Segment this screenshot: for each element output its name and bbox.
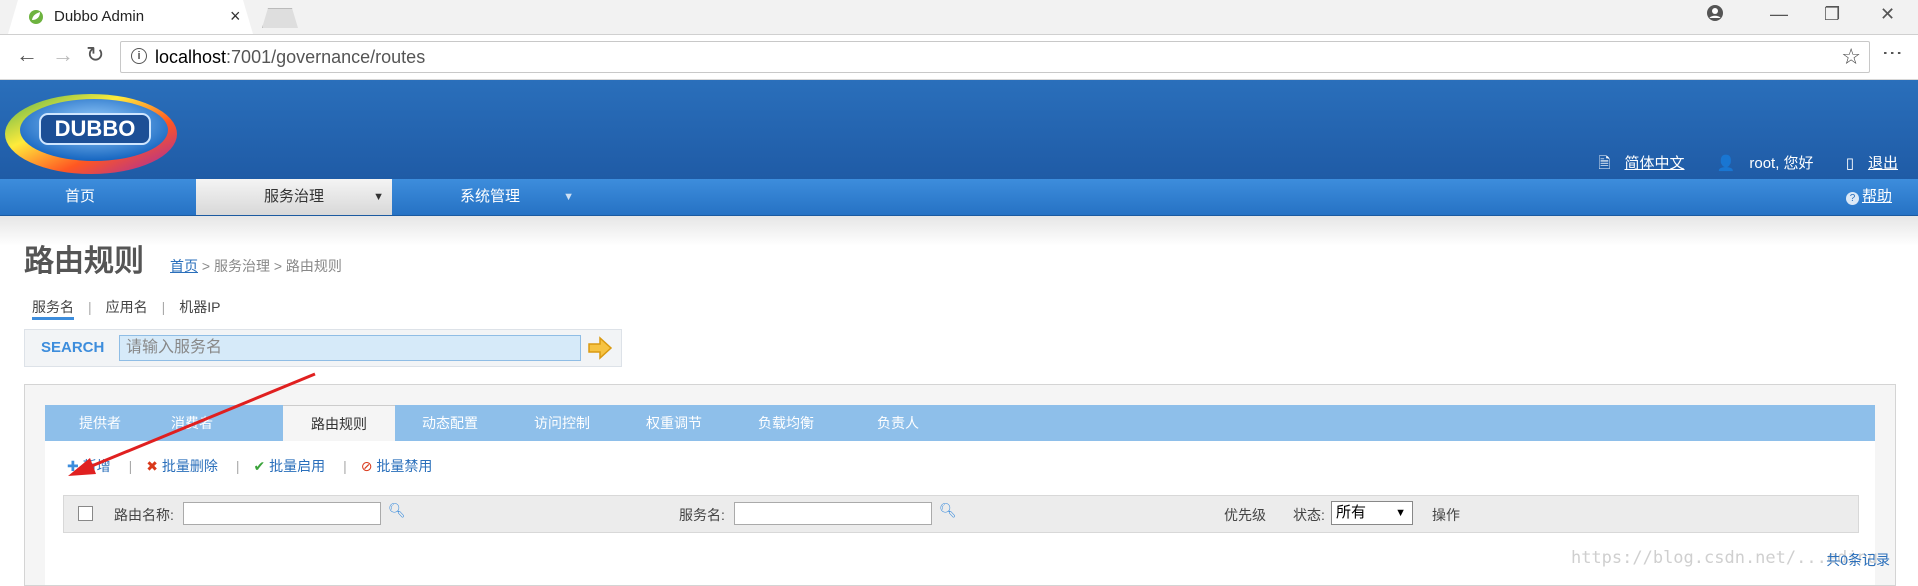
nav-service-governance-label: 服务治理 — [263, 188, 324, 205]
breadcrumb-path: > 服务治理 > 路由规则 — [198, 258, 342, 274]
nav-service-governance[interactable]: 服务治理 ▼ — [196, 179, 392, 215]
subtab-consumers[interactable]: 消费者 — [137, 405, 247, 441]
close-window-icon[interactable]: ✕ — [1880, 4, 1895, 25]
header-shadow — [0, 216, 1918, 246]
back-icon[interactable]: ← — [16, 44, 38, 66]
account-icon[interactable] — [1706, 4, 1724, 27]
page-title: 路由规则 — [24, 245, 144, 278]
url-text: localhost:7001/governance/routes — [155, 47, 426, 67]
browser-menu-icon[interactable]: ⋮ — [1880, 43, 1904, 59]
help-icon: ? — [1845, 192, 1859, 205]
reload-icon[interactable]: ↻ — [86, 44, 104, 66]
user-icon: 👤 — [1716, 155, 1736, 172]
subtab-owners[interactable]: 负责人 — [843, 405, 953, 441]
add-button[interactable]: ✚ 新增 — [67, 458, 111, 474]
maximize-icon[interactable]: ❐ — [1824, 4, 1840, 25]
spring-leaf-icon — [29, 10, 43, 24]
breadcrumb-home[interactable]: 首页 — [170, 258, 198, 274]
route-name-input[interactable] — [183, 502, 381, 525]
delete-x-icon: ✖ — [146, 458, 158, 474]
new-tab-button[interactable] — [262, 8, 298, 28]
document-icon: 🗎 — [1598, 155, 1611, 172]
plus-icon: ✚ — [67, 458, 79, 474]
app-header: DUBBO 🗎 简体中文 👤 root, 您好 ▯ 退出 — [0, 80, 1918, 179]
address-bar: ← → ↻ i localhost:7001/governance/routes… — [0, 35, 1918, 80]
bookmark-star-icon[interactable]: ☆ — [1841, 44, 1861, 70]
search-tab-application[interactable]: 应用名 — [106, 299, 148, 315]
logout-icon: ▯ — [1845, 155, 1854, 172]
url-field[interactable]: i localhost:7001/governance/routes ☆ — [120, 41, 1870, 73]
close-tab-icon[interactable]: × — [230, 6, 241, 27]
search-icon[interactable]: 🔍︎ — [388, 502, 406, 519]
subtab-dynamic-config[interactable]: 动态配置 — [395, 405, 505, 441]
nav-system-management-label: 系统管理 — [459, 188, 520, 205]
subtab-routes[interactable]: 路由规则 — [283, 405, 395, 442]
operations-label: 操作 — [1432, 507, 1460, 523]
breadcrumb: 首页 > 服务治理 > 路由规则 — [170, 256, 342, 276]
ban-icon: ⊘ — [360, 458, 373, 474]
search-box: SEARCH 请输入服务名 — [24, 329, 622, 367]
status-select-value: 所有 — [1336, 504, 1367, 521]
minimize-icon[interactable]: — — [1770, 4, 1788, 25]
service-name-label: 服务名: — [679, 507, 725, 523]
main-nav: 首页 服务治理 ▼ 系统管理 ▼ ? 帮助 — [0, 179, 1918, 216]
batch-enable-button[interactable]: ✔ 批量启用 — [254, 458, 326, 474]
caret-down-icon: ▼ — [373, 191, 384, 203]
table-header-row: 路由名称: 🔍︎ 服务名: 🔍︎ 优先级 状态: 所有 ▼ 操作 — [63, 495, 1859, 533]
logout-link[interactable]: ▯ 退出 — [1832, 155, 1898, 172]
select-all-checkbox[interactable] — [78, 506, 93, 521]
search-icon[interactable]: 🔍︎ — [939, 502, 957, 519]
action-bar: ✚ 新增 | ✖ 批量删除 | ✔ 批量启用 | ⊘ 批量禁用 — [67, 458, 433, 474]
subtab-load-balance[interactable]: 负载均衡 — [731, 405, 841, 441]
header-links: 🗎 简体中文 👤 root, 您好 ▯ 退出 — [1570, 152, 1898, 178]
check-icon: ✔ — [253, 458, 266, 474]
service-subtabs: 提供者 消费者 路由规则 动态配置 访问控制 权重调节 负载均衡 负责人 — [45, 405, 1875, 442]
priority-label: 优先级 — [1224, 507, 1266, 523]
route-name-label: 路由名称: — [114, 507, 174, 523]
logo-text: DUBBO — [55, 116, 136, 141]
search-label: SEARCH — [41, 339, 105, 356]
subtab-access-control[interactable]: 访问控制 — [507, 405, 617, 441]
search-tab-service[interactable]: 服务名 — [32, 299, 74, 320]
status-select[interactable]: 所有 ▼ — [1331, 501, 1413, 525]
tab-title: Dubbo Admin — [54, 8, 145, 25]
browser-titlebar: Dubbo Admin × — ❐ ✕ — [0, 0, 1918, 35]
info-icon[interactable]: i — [131, 48, 147, 64]
search-input[interactable]: 请输入服务名 — [119, 335, 581, 361]
status-label: 状态: — [1293, 507, 1325, 523]
subtab-weights[interactable]: 权重调节 — [619, 405, 729, 441]
nav-system-management[interactable]: 系统管理 ▼ — [392, 179, 588, 215]
batch-disable-button[interactable]: ⊘ 批量禁用 — [361, 458, 433, 474]
service-name-input[interactable] — [734, 502, 932, 525]
dubbo-logo[interactable]: DUBBO — [2, 86, 180, 176]
browser-tab[interactable]: Dubbo Admin × — [8, 0, 253, 34]
search-arrow-icon[interactable] — [587, 336, 613, 360]
caret-down-icon: ▼ — [1395, 507, 1406, 519]
search-tab-ip[interactable]: 机器IP — [179, 299, 220, 315]
search-type-tabs: 服务名 | 应用名 | 机器IP — [32, 297, 221, 320]
forward-icon[interactable]: → — [52, 44, 74, 66]
user-greeting: 👤 root, 您好 — [1716, 155, 1814, 172]
caret-down-icon: ▼ — [563, 191, 574, 203]
language-link[interactable]: 🗎 简体中文 — [1584, 155, 1684, 172]
nav-home[interactable]: 首页 — [0, 179, 160, 215]
batch-delete-button[interactable]: ✖ 批量删除 — [146, 458, 218, 474]
help-link[interactable]: ? 帮助 — [1845, 179, 1892, 215]
record-count: 共0条记录 — [1826, 552, 1890, 568]
